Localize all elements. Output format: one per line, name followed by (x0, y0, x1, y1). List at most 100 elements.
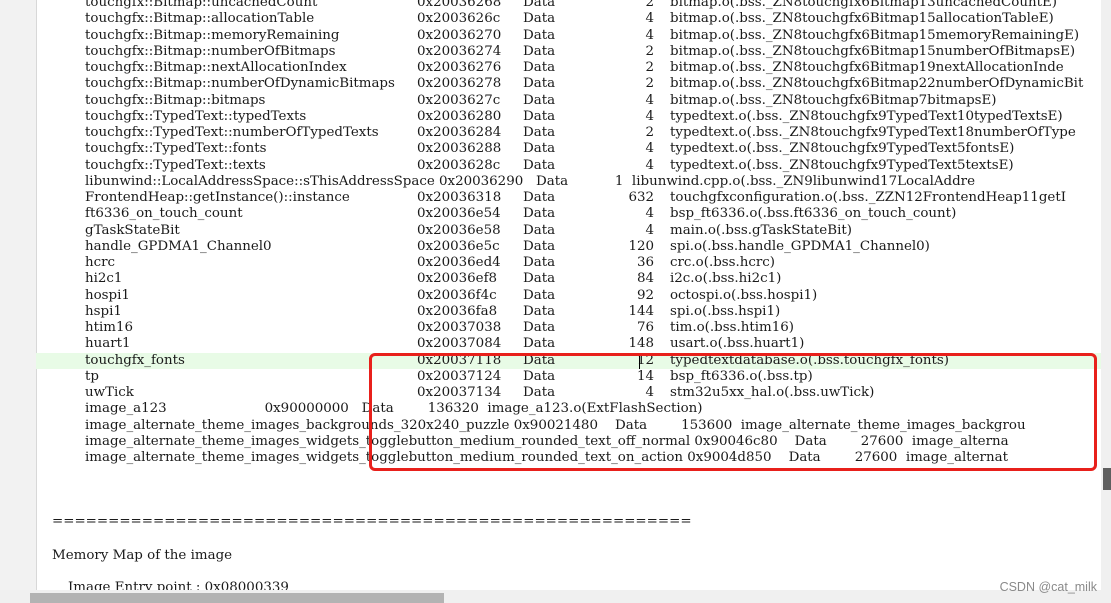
symbol-type: Data (523, 320, 556, 335)
code-area[interactable]: touchgfx::Bitmap::uncachedCount 0x2003626… (36, 0, 1101, 590)
code-line[interactable]: image_alternate_theme_images_widgets_tog… (36, 450, 1101, 466)
symbol-type: Data (523, 287, 556, 303)
symbol-object: bsp_ft6336.o(.bss.ft6336_on_touch_count) (670, 206, 957, 222)
code-line[interactable]: touchgfx::Bitmap::nextAllocationIndex 0x2… (36, 60, 1101, 76)
symbol-size: 76 (636, 320, 654, 335)
symbol-size: 4 (645, 206, 654, 222)
symbol-address: 0x2003627c (417, 92, 501, 108)
symbol-name: touchgfx::Bitmap::memoryRemaining (85, 27, 340, 43)
symbol-object: bsp_ft6336.o(.bss.tp) (670, 368, 813, 384)
symbol-size: 2 (645, 125, 654, 140)
symbol-address: 0x20037118 (417, 352, 502, 368)
symbol-type: Data (523, 271, 556, 287)
symbol-address: 0x20036e5c (417, 238, 500, 254)
symbol-size: 4 (645, 141, 654, 157)
symbol-object: bitmap.o(.bss._ZN8touchgfx6Bitmap19nextA… (670, 60, 1064, 75)
code-line[interactable]: touchgfx::TypedText::fonts 0x20036288 Data… (36, 141, 1101, 157)
map-file-editor[interactable]: touchgfx::Bitmap::uncachedCount 0x2003626… (0, 0, 1101, 590)
symbol-name: hi2c1 (85, 271, 123, 287)
symbol-address: 0x20036274 (417, 43, 502, 59)
code-line[interactable]: gTaskStateBit 0x20036e58 Data 4 main.o(.bss.… (36, 223, 1101, 239)
symbol-address: 0x20036288 (417, 141, 502, 157)
symbol-address: 0x20037038 (417, 320, 502, 335)
symbol-name: touchgfx::Bitmap::numberOfDynamicBitmaps (85, 76, 395, 92)
symbol-size: 12 (636, 352, 654, 368)
symbol-address: 0x20036280 (417, 108, 502, 124)
code-line[interactable]: hi2c1 0x20036ef8 Data 84 i2c.o(.bss.hi2c1) (36, 271, 1101, 287)
code-line[interactable]: handle_GPDMA1_Channel0 0x20036e5c Data 120 s… (36, 239, 1101, 255)
symbol-size: 4 (645, 385, 654, 400)
code-line[interactable]: image_alternate_theme_images_widgets_tog… (36, 434, 1101, 450)
code-line[interactable]: hspi1 0x20036fa8 Data 144 spi.o(.bss.hspi1) (36, 304, 1101, 320)
symbol-type: Data (523, 125, 556, 140)
code-line[interactable]: touchgfx::Bitmap::memoryRemaining 0x20036… (36, 28, 1101, 44)
code-line[interactable]: touchgfx::TypedText::numberOfTypedTexts 0… (36, 125, 1101, 141)
symbol-address: 0x20036ef8 (417, 271, 498, 287)
symbol-size: 36 (636, 255, 654, 270)
symbol-type: Data (523, 222, 556, 238)
symbol-object: main.o(.bss.gTaskStateBit) (670, 222, 852, 238)
symbol-name: touchgfx::TypedText::typedTexts (85, 108, 307, 124)
symbol-size: 14 (636, 368, 654, 384)
symbol-line-text: libunwind::LocalAddressSpace::sThisAddre… (85, 173, 975, 189)
symbol-object: stm32u5xx_hal.o(.bss.uwTick) (670, 385, 875, 400)
code-line[interactable]: libunwind::LocalAddressSpace::sThisAddre… (36, 174, 1101, 190)
code-line[interactable]: FrontendHeap::getInstance()::instance 0x2… (36, 190, 1101, 206)
vertical-scrollbar-thumb[interactable] (1103, 468, 1111, 490)
symbol-type: Data (523, 238, 556, 254)
code-line[interactable]: touchgfx::Bitmap::allocationTable 0x20036… (36, 11, 1101, 27)
section-separator: ========================================… (52, 514, 692, 529)
symbol-size: 144 (628, 303, 654, 319)
horizontal-scrollbar-thumb[interactable] (30, 593, 444, 603)
symbol-name: touchgfx::Bitmap::allocationTable (85, 11, 315, 27)
symbol-address: 0x20037124 (417, 368, 502, 384)
line-gutter (0, 0, 37, 590)
symbol-size: 92 (636, 287, 654, 303)
symbol-size: 84 (636, 271, 654, 287)
symbol-object: spi.o(.bss.hspi1) (670, 303, 781, 319)
vertical-scrollbar[interactable] (1101, 0, 1111, 603)
code-line[interactable]: image_a123 0x90000000 Data 136320 image_… (36, 401, 1101, 417)
symbol-type: Data (523, 303, 556, 319)
code-line[interactable]: huart1 0x20037084 Data 148 usart.o(.bss.huar… (36, 336, 1101, 352)
symbol-type: Data (523, 385, 556, 400)
symbol-name: touchgfx::Bitmap::nextAllocationIndex (85, 60, 347, 75)
symbol-address: 0x20037134 (417, 385, 502, 400)
symbol-address: 0x20037084 (417, 336, 502, 352)
symbol-line-text: image_alternate_theme_images_backgrounds… (85, 417, 1026, 433)
code-line[interactable]: hospi1 0x20036f4c Data 92 octospi.o(.bss.hos… (36, 288, 1101, 304)
code-line[interactable]: touchgfx::Bitmap::numberOfBitmaps 0x20036… (36, 44, 1101, 60)
code-line[interactable]: touchgfx::Bitmap::numberOfDynamicBitmaps… (36, 76, 1101, 92)
symbol-type: Data (523, 255, 556, 270)
code-line[interactable]: touchgfx::TypedText::typedTexts 0x2003628… (36, 109, 1101, 125)
code-line[interactable]: hcrc 0x20036ed4 Data 36 crc.o(.bss.hcrc) (36, 255, 1101, 271)
symbol-size: 4 (645, 92, 654, 108)
symbol-object: typedtextdatabase.o(.bss.touchgfx_fonts) (670, 352, 949, 368)
code-line[interactable]: tp 0x20037124 Data 14 bsp_ft6336.o(.bss.tp) (36, 369, 1101, 385)
symbol-address: 0x20036fa8 (417, 303, 498, 319)
symbol-address: 0x20036e54 (417, 206, 501, 222)
code-line[interactable]: uwTick 0x20037134 Data 4 stm32u5xx_hal.o(.bs… (36, 385, 1101, 401)
code-line[interactable]: touchgfx::Bitmap::bitmaps 0x2003627c Data 4… (36, 93, 1101, 109)
symbol-size: 4 (645, 11, 654, 27)
symbol-name: touchgfx_fonts (85, 352, 185, 368)
symbol-address: 0x20036270 (417, 27, 502, 43)
code-line[interactable]: touchgfx::Bitmap::uncachedCount 0x2003626… (36, 0, 1101, 11)
symbol-type: Data (523, 336, 556, 352)
symbol-size: 4 (645, 27, 654, 43)
code-line[interactable]: touchgfx::TypedText::texts 0x2003628c Data… (36, 158, 1101, 174)
code-line[interactable]: htim16 0x20037038 Data 76 tim.o(.bss.htim16) (36, 320, 1101, 336)
code-line[interactable]: ft6336_on_touch_count 0x20036e54 Data 4 bsp_… (36, 206, 1101, 222)
code-line[interactable]: image_alternate_theme_images_backgrounds… (36, 418, 1101, 434)
symbol-type: Data (523, 141, 556, 157)
symbol-address: 0x2003626c (417, 11, 501, 27)
symbol-size: 2 (645, 76, 654, 92)
symbol-name: tp (85, 368, 99, 384)
symbol-name: touchgfx::Bitmap::bitmaps (85, 92, 266, 108)
symbol-name: FrontendHeap::getInstance()::instance (85, 190, 350, 205)
symbol-size: 4 (645, 108, 654, 124)
symbol-type: Data (523, 206, 556, 222)
symbol-name: handle_GPDMA1_Channel0 (85, 238, 272, 254)
symbol-size: 4 (645, 222, 654, 238)
code-line[interactable]: touchgfx_fonts 0x20037118 Data 12 typedtextd… (36, 352, 1101, 369)
